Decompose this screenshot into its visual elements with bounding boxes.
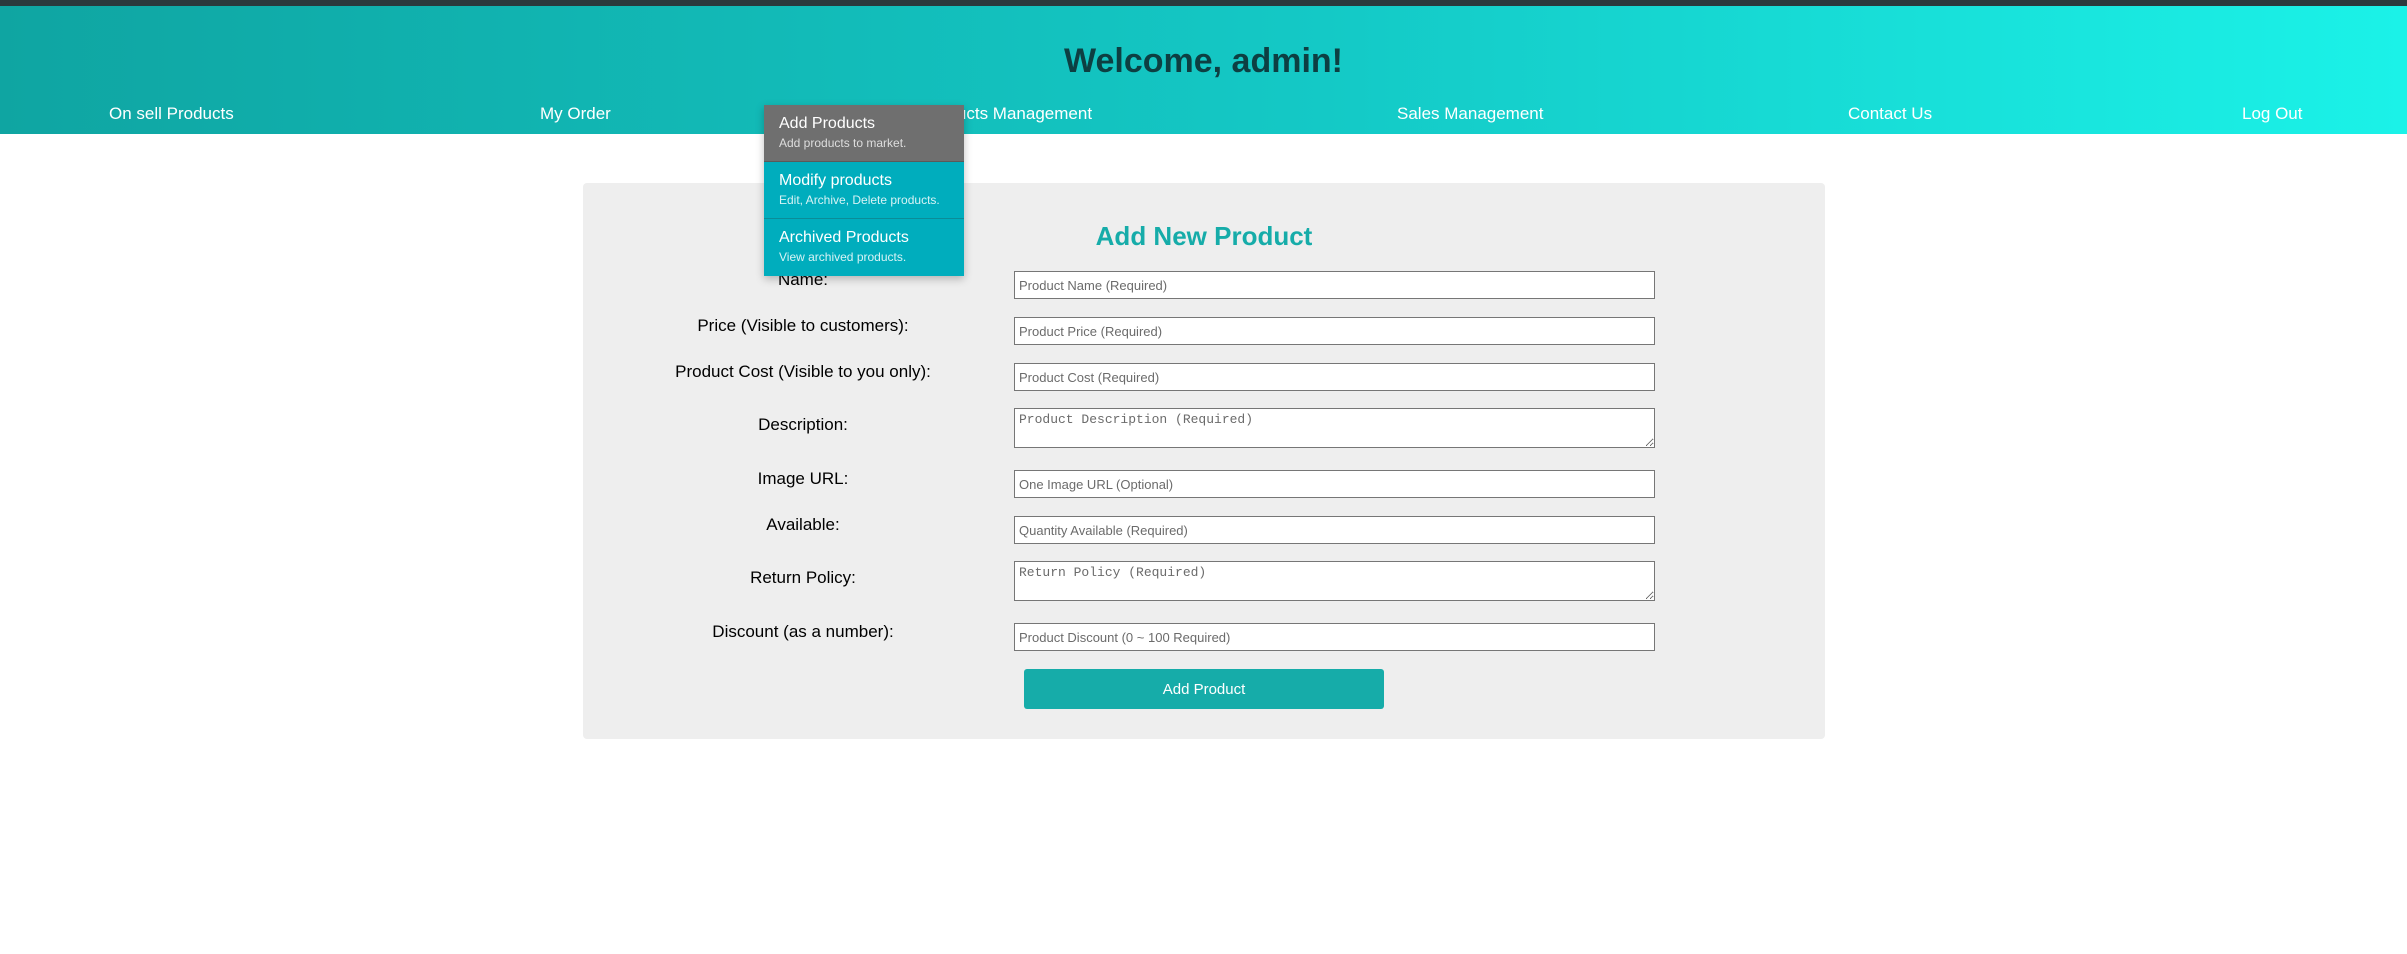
dropdown-item-archived-products[interactable]: Archived Products View archived products…	[764, 219, 964, 276]
product-discount-input[interactable]	[1014, 623, 1655, 651]
return-policy-input[interactable]	[1014, 561, 1655, 601]
nav-log-out[interactable]: Log Out	[2242, 104, 2303, 124]
nav-on-sell-products[interactable]: On sell Products	[109, 104, 234, 124]
dropdown-item-title: Modify products	[779, 172, 892, 189]
welcome-heading: Welcome, admin!	[1064, 42, 1343, 80]
dropdown-item-subtitle: View archived products.	[779, 250, 907, 264]
available-label: Available:	[766, 515, 840, 534]
product-price-input[interactable]	[1014, 317, 1655, 345]
product-description-input[interactable]	[1014, 408, 1655, 448]
products-management-dropdown: Add Products Add products to market. Mod…	[764, 105, 964, 276]
dropdown-item-add-products[interactable]: Add Products Add products to market.	[764, 105, 964, 162]
page-header: Welcome, admin! On sell Products My Orde…	[0, 6, 2407, 134]
discount-label: Discount (as a number):	[712, 622, 894, 641]
image-url-input[interactable]	[1014, 470, 1655, 498]
product-cost-input[interactable]	[1014, 363, 1655, 391]
add-product-button[interactable]: Add Product	[1024, 669, 1384, 709]
dropdown-item-modify-products[interactable]: Modify products Edit, Archive, Delete pr…	[764, 162, 964, 219]
dropdown-item-title: Archived Products	[779, 229, 909, 246]
dropdown-item-subtitle: Edit, Archive, Delete products.	[779, 193, 940, 207]
product-name-input[interactable]	[1014, 271, 1655, 299]
nav-contact-us[interactable]: Contact Us	[1848, 104, 1932, 124]
image-url-label: Image URL:	[757, 469, 849, 488]
nav-my-order[interactable]: My Order	[540, 104, 611, 124]
price-label: Price (Visible to customers):	[697, 316, 909, 335]
dropdown-item-subtitle: Add products to market.	[779, 136, 907, 150]
quantity-available-input[interactable]	[1014, 516, 1655, 544]
dropdown-item-title: Add Products	[779, 115, 876, 132]
return-policy-label: Return Policy:	[750, 568, 856, 587]
cost-label: Product Cost (Visible to you only):	[675, 362, 931, 381]
description-label: Description:	[758, 415, 848, 434]
nav-sales-management[interactable]: Sales Management	[1397, 104, 1543, 124]
